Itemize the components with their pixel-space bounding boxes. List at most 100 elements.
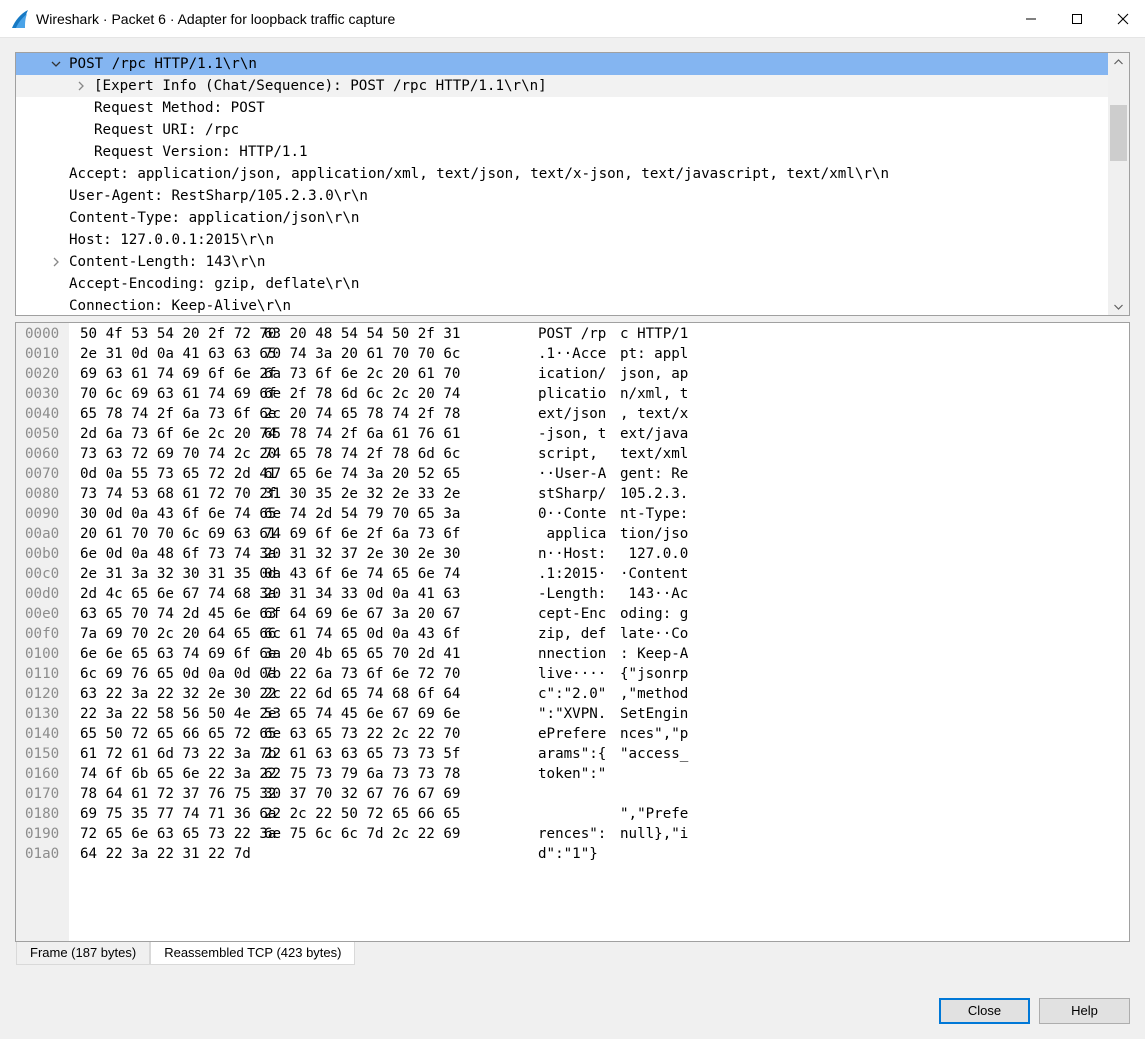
hex-bytes-second[interactable]: 20 31 34 33 0d 0a 41 63 xyxy=(264,584,460,604)
ascii-text-second[interactable]: ext/java xyxy=(620,424,688,444)
hex-row[interactable]: 00b0 6e 0d 0a 48 6f 73 74 3a 20 31 32 37 2… xyxy=(16,544,1126,564)
ascii-text-first[interactable]: .1:2015· xyxy=(538,564,606,584)
scroll-up-button[interactable] xyxy=(1108,53,1129,70)
ascii-text-second[interactable]: null},"i xyxy=(620,824,688,844)
ascii-text-first[interactable]: n··Host: xyxy=(538,544,606,564)
ascii-text-first[interactable]: zip, def xyxy=(538,624,606,644)
ascii-text-second[interactable]: nces","p xyxy=(620,724,688,744)
ascii-text-second[interactable]: n/xml, t xyxy=(620,384,688,404)
window-close-button[interactable] xyxy=(1100,0,1145,38)
ascii-text-first[interactable]: arams":{ xyxy=(538,744,606,764)
ascii-text-first[interactable]: c":"2.0" xyxy=(538,684,606,704)
hex-row[interactable]: 0120 63 22 3a 22 32 2e 30 22 2c 22 6d 65 7… xyxy=(16,684,1126,704)
hex-bytes-second[interactable]: 74 69 6f 6e 2f 6a 73 6f xyxy=(264,524,460,544)
hex-row[interactable]: 00d0 2d 4c 65 6e 67 74 68 3a 20 31 34 33 0… xyxy=(16,584,1126,604)
help-button[interactable]: Help xyxy=(1039,998,1130,1024)
scrollbar-thumb[interactable] xyxy=(1110,105,1127,161)
hex-bytes-second[interactable]: 6c 61 74 65 0d 0a 43 6f xyxy=(264,624,460,644)
hex-bytes-second[interactable]: 0a 43 6f 6e 74 65 6e 74 xyxy=(264,564,460,584)
hex-row[interactable]: 01a0 64 22 3a 22 31 22 7d d":"1"} xyxy=(16,844,1126,864)
hex-bytes-first[interactable]: 70 6c 69 63 61 74 69 6f xyxy=(80,384,276,404)
ascii-text-second[interactable]: ·Content xyxy=(620,564,688,584)
ascii-text-second[interactable]: : Keep-A xyxy=(620,644,688,664)
ascii-text-first[interactable]: -json, t xyxy=(538,424,606,444)
hex-bytes-first[interactable]: 73 74 53 68 61 72 70 2f xyxy=(80,484,276,504)
ascii-text-first[interactable]: live···· xyxy=(538,664,606,684)
hex-bytes-first[interactable]: 78 64 61 72 37 76 75 32 xyxy=(80,784,276,804)
tree-item[interactable]: Request Version: HTTP/1.1 xyxy=(16,141,1108,163)
hex-bytes-first[interactable]: 6e 6e 65 63 74 69 6f 6e xyxy=(80,644,276,664)
tree-item[interactable]: User-Agent: RestSharp/105.2.3.0\r\n xyxy=(16,185,1108,207)
hex-row[interactable]: 0070 0d 0a 55 73 65 72 2d 41 67 65 6e 74 3… xyxy=(16,464,1126,484)
ascii-text-first[interactable]: applica xyxy=(538,524,607,544)
ascii-text-second[interactable]: "access_ xyxy=(620,744,688,764)
ascii-text-first[interactable]: script, xyxy=(538,444,606,464)
maximize-button[interactable] xyxy=(1054,0,1100,38)
hex-bytes-first[interactable]: 63 22 3a 22 32 2e 30 22 xyxy=(80,684,276,704)
hex-row[interactable]: 00f0 7a 69 70 2c 20 64 65 66 6c 61 74 65 0… xyxy=(16,624,1126,644)
tab-frame[interactable]: Frame (187 bytes) xyxy=(16,942,151,965)
hex-bytes-second[interactable]: 2c 20 74 65 78 74 2f 78 xyxy=(264,404,460,424)
tab-reassembled-tcp[interactable]: Reassembled TCP (423 bytes) xyxy=(150,942,356,965)
ascii-text-first[interactable]: POST /rp xyxy=(538,324,606,344)
ascii-text-first[interactable]: 0··Conte xyxy=(538,504,606,524)
hex-bytes-second[interactable]: 6f 64 69 6e 67 3a 20 67 xyxy=(264,604,460,624)
hex-bytes-second[interactable]: 30 37 70 32 67 76 67 69 xyxy=(264,784,460,804)
ascii-text-first[interactable]: .1··Acce xyxy=(538,344,606,364)
hex-row[interactable]: 0020 69 63 61 74 69 6f 6e 2f 6a 73 6f 6e 2… xyxy=(16,364,1126,384)
hex-bytes-second[interactable]: 67 65 6e 74 3a 20 52 65 xyxy=(264,464,460,484)
hex-bytes-second[interactable]: 6e 75 6c 6c 7d 2c 22 69 xyxy=(264,824,460,844)
hex-bytes-first[interactable]: 65 50 72 65 66 65 72 65 xyxy=(80,724,276,744)
hex-bytes-first[interactable]: 2d 6a 73 6f 6e 2c 20 74 xyxy=(80,424,276,444)
tree-item[interactable]: Accept-Encoding: gzip, deflate\r\n xyxy=(16,273,1108,295)
hex-bytes-first[interactable]: 7a 69 70 2c 20 64 65 66 xyxy=(80,624,276,644)
tree-item[interactable]: [Expert Info (Chat/Sequence): POST /rpc … xyxy=(16,75,1108,97)
hex-bytes-second[interactable]: 74 65 78 74 2f 78 6d 6c xyxy=(264,444,460,464)
ascii-text-second[interactable]: 143··Ac xyxy=(620,584,689,604)
tree-item[interactable]: Request Method: POST xyxy=(16,97,1108,119)
hex-bytes-first[interactable]: 64 22 3a 22 31 22 7d xyxy=(80,844,251,864)
ascii-text-second[interactable]: late··Co xyxy=(620,624,688,644)
ascii-text-second[interactable]: oding: g xyxy=(620,604,688,624)
hex-bytes-first[interactable]: 69 63 61 74 69 6f 6e 2f xyxy=(80,364,276,384)
hex-bytes-second[interactable]: 31 30 35 2e 32 2e 33 2e xyxy=(264,484,460,504)
hex-bytes-first[interactable]: 0d 0a 55 73 65 72 2d 41 xyxy=(80,464,276,484)
hex-bytes-first[interactable]: 73 63 72 69 70 74 2c 20 xyxy=(80,444,276,464)
packet-bytes-pane[interactable]: 0000 50 4f 53 54 20 2f 72 70 63 20 48 54 5… xyxy=(15,322,1130,942)
hex-bytes-first[interactable]: 20 61 70 70 6c 69 63 61 xyxy=(80,524,276,544)
hex-bytes-second[interactable]: 3a 20 4b 65 65 70 2d 41 xyxy=(264,644,460,664)
hex-row[interactable]: 0080 73 74 53 68 61 72 70 2f 31 30 35 2e 3… xyxy=(16,484,1126,504)
hex-bytes-first[interactable]: 72 65 6e 63 65 73 22 3a xyxy=(80,824,276,844)
hex-bytes-second[interactable]: 22 2c 22 50 72 65 66 65 xyxy=(264,804,460,824)
hex-bytes-second[interactable]: 22 61 63 63 65 73 73 5f xyxy=(264,744,460,764)
hex-row[interactable]: 0110 6c 69 76 65 0d 0a 0d 0a 7b 22 6a 73 6… xyxy=(16,664,1126,684)
minimize-button[interactable] xyxy=(1008,0,1054,38)
hex-bytes-first[interactable]: 50 4f 53 54 20 2f 72 70 xyxy=(80,324,276,344)
hex-row[interactable]: 0000 50 4f 53 54 20 2f 72 70 63 20 48 54 5… xyxy=(16,324,1126,344)
hex-row[interactable]: 0150 61 72 61 6d 73 22 3a 7b 22 61 63 63 6… xyxy=(16,744,1126,764)
hex-row[interactable]: 0050 2d 6a 73 6f 6e 2c 20 74 65 78 74 2f 6… xyxy=(16,424,1126,444)
ascii-text-second[interactable]: SetEngin xyxy=(620,704,688,724)
hex-bytes-second[interactable]: 62 75 73 79 6a 73 73 78 xyxy=(264,764,460,784)
ascii-text-second[interactable]: c HTTP/1 xyxy=(620,324,688,344)
hex-row[interactable]: 0030 70 6c 69 63 61 74 69 6f 6e 2f 78 6d 6… xyxy=(16,384,1126,404)
ascii-text-first[interactable]: ··User-A xyxy=(538,464,606,484)
ascii-text-first[interactable]: ication/ xyxy=(538,364,606,384)
hex-bytes-first[interactable]: 74 6f 6b 65 6e 22 3a 22 xyxy=(80,764,276,784)
hex-row[interactable]: 0130 22 3a 22 58 56 50 4e 2e 53 65 74 45 6… xyxy=(16,704,1126,724)
hex-row[interactable]: 0010 2e 31 0d 0a 41 63 63 65 70 74 3a 20 6… xyxy=(16,344,1126,364)
ascii-text-second[interactable]: , text/x xyxy=(620,404,688,424)
ascii-text-second[interactable]: json, ap xyxy=(620,364,688,384)
hex-bytes-first[interactable]: 6c 69 76 65 0d 0a 0d 0a xyxy=(80,664,276,684)
close-button[interactable]: Close xyxy=(939,998,1030,1024)
tree-item[interactable]: POST /rpc HTTP/1.1\r\n xyxy=(16,53,1108,75)
ascii-text-second[interactable]: tion/jso xyxy=(620,524,688,544)
hex-bytes-first[interactable]: 2e 31 3a 32 30 31 35 0d xyxy=(80,564,276,584)
hex-bytes-second[interactable]: 65 78 74 2f 6a 61 76 61 xyxy=(264,424,460,444)
hex-row[interactable]: 0160 74 6f 6b 65 6e 22 3a 22 62 75 73 79 6… xyxy=(16,764,1126,784)
hex-bytes-first[interactable]: 65 78 74 2f 6a 73 6f 6e xyxy=(80,404,276,424)
hex-row[interactable]: 00c0 2e 31 3a 32 30 31 35 0d 0a 43 6f 6e 7… xyxy=(16,564,1126,584)
ascii-text-first[interactable]: ePrefere xyxy=(538,724,606,744)
packet-details-tree[interactable]: POST /rpc HTTP/1.1\r\n [Expert Info (Chat… xyxy=(15,52,1130,316)
hex-row[interactable]: 0140 65 50 72 65 66 65 72 65 6e 63 65 73 2… xyxy=(16,724,1126,744)
